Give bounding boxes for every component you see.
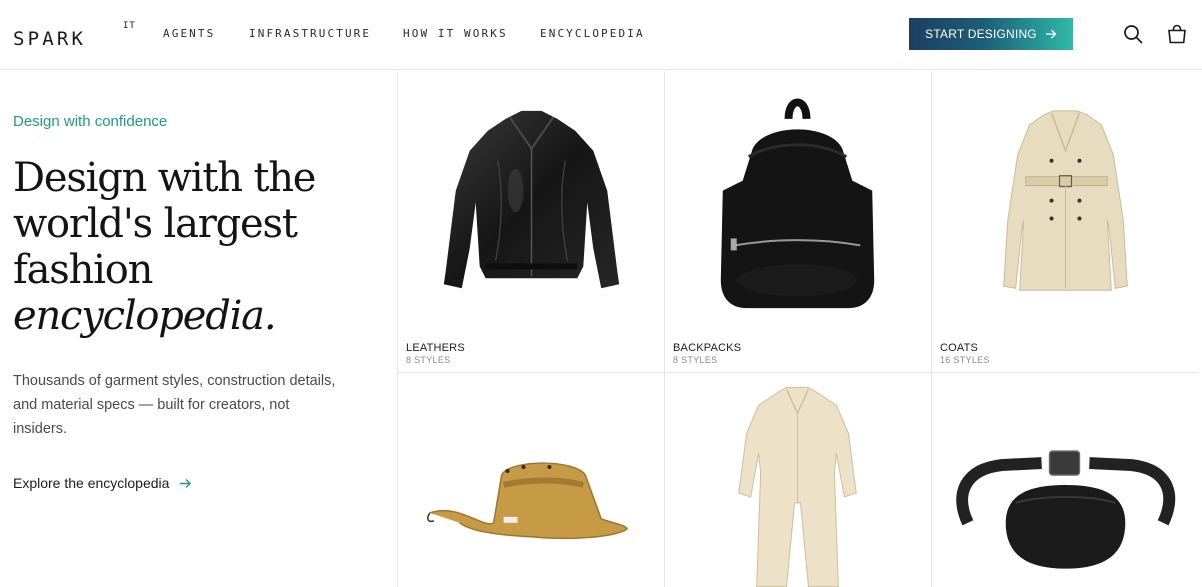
logo-superscript: IT (123, 21, 136, 31)
headline-line-2: world's largest (13, 201, 298, 247)
jumpsuit-image (738, 386, 857, 587)
search-icon[interactable] (1122, 23, 1144, 45)
category-count: 16 STYLES (940, 355, 990, 365)
hero-body: Thousands of garment styles, constructio… (13, 373, 336, 437)
hero-section: Design with confidence Design with the w… (0, 71, 397, 587)
category-card-jumpsuits[interactable] (664, 373, 931, 587)
start-designing-button[interactable]: START DESIGNING (909, 18, 1073, 50)
trench-coat-image (1003, 110, 1128, 291)
explore-link-label: Explore the encyclopedia (13, 475, 170, 491)
belt-bag-image (956, 450, 1176, 569)
category-card-backpacks[interactable]: BACKPACKS 8 STYLES (664, 71, 931, 373)
headline-line-1: Design with the (13, 155, 316, 201)
shopping-bag-icon[interactable] (1166, 23, 1188, 45)
arrow-right-icon (1045, 29, 1057, 39)
category-grid: LEATHERS 8 STYLES BACKPACKS 8 STYLES COA… (397, 71, 1202, 587)
category-label: LEATHERS (406, 342, 465, 354)
explore-encyclopedia-link[interactable]: Explore the encyclopedia (13, 475, 192, 491)
nav-how-it-works[interactable]: HOW IT WORKS (403, 27, 508, 41)
category-card-hats[interactable] (397, 373, 664, 587)
headline-line-3: fashion (13, 247, 153, 293)
bucket-hat-image (427, 462, 629, 540)
category-card-bags[interactable] (931, 373, 1198, 587)
backpack-image (720, 98, 875, 309)
site-header: SPARK IT AGENTS INFRASTRUCTURE HOW IT WO… (0, 0, 1202, 70)
hero-headline: Design with the world's largest fashion … (13, 155, 393, 339)
nav-encyclopedia[interactable]: ENCYCLOPEDIA (540, 27, 645, 41)
logo-wordmark: SPARK (13, 28, 87, 50)
leather-jacket-image (443, 110, 620, 289)
nav-infrastructure[interactable]: INFRASTRUCTURE (249, 27, 371, 41)
nav-agents[interactable]: AGENTS (163, 27, 215, 41)
start-designing-label: START DESIGNING (925, 27, 1037, 41)
category-label: BACKPACKS (673, 342, 742, 354)
category-count: 8 STYLES (406, 355, 451, 365)
headline-italic: encyclopedia. (13, 293, 277, 339)
arrow-right-icon (180, 478, 192, 488)
logo[interactable]: SPARK IT (13, 21, 135, 51)
category-card-coats[interactable]: COATS 16 STYLES (931, 71, 1198, 373)
category-count: 8 STYLES (673, 355, 718, 365)
category-label: COATS (940, 342, 979, 354)
hero-eyebrow: Design with confidence (13, 113, 168, 130)
category-card-leathers[interactable]: LEATHERS 8 STYLES (397, 71, 664, 373)
